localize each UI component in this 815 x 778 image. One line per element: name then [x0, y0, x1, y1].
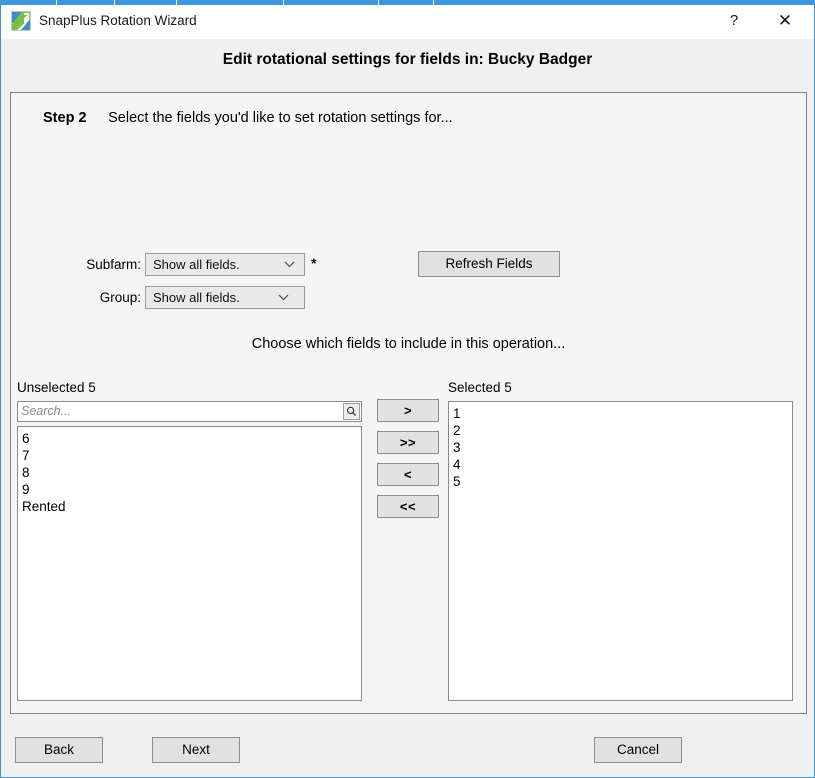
transfer-button-group: > >> < << — [377, 399, 439, 527]
required-marker: * — [311, 255, 317, 271]
search-icon[interactable] — [343, 403, 360, 420]
chevron-down-icon — [272, 287, 294, 308]
list-item[interactable]: 6 — [18, 430, 361, 447]
header-band: Edit rotational settings for fields in: … — [1, 39, 814, 89]
group-dropdown[interactable]: Show all fields. — [145, 286, 305, 309]
unselected-items: 6 7 8 9 Rented — [18, 427, 361, 515]
instruction-text: Choose which fields to include in this o… — [251, 336, 566, 352]
selected-listbox[interactable]: 1 2 3 4 5 — [448, 401, 793, 701]
page-title: Edit rotational settings for fields in: … — [222, 51, 593, 68]
footer-bar: Back Next Cancel — [1, 720, 814, 777]
list-item[interactable]: 3 — [449, 439, 792, 456]
back-button[interactable]: Back — [15, 737, 103, 763]
list-item[interactable]: 2 — [449, 422, 792, 439]
move-right-button[interactable]: > — [377, 399, 439, 422]
chevron-down-icon — [278, 254, 300, 275]
move-left-button[interactable]: < — [377, 463, 439, 486]
snapplus-app-icon — [11, 11, 31, 31]
list-item[interactable]: 5 — [449, 473, 792, 490]
close-button[interactable]: ✕ — [762, 5, 808, 37]
list-item[interactable]: 9 — [18, 481, 361, 498]
search-field[interactable] — [17, 401, 362, 422]
unselected-listbox[interactable]: 6 7 8 9 Rented — [17, 426, 362, 701]
refresh-fields-button[interactable]: Refresh Fields — [418, 251, 560, 277]
window-title: SnapPlus Rotation Wizard — [39, 13, 197, 28]
unselected-list-label: Unselected 5 — [17, 380, 96, 395]
step-header: Step 2 Select the fields you'd like to s… — [43, 110, 453, 126]
list-item[interactable]: 1 — [449, 405, 792, 422]
move-all-right-button[interactable]: >> — [377, 431, 439, 454]
rotation-wizard-dialog: SnapPlus Rotation Wizard ? ✕ Edit rotati… — [0, 5, 815, 778]
list-item[interactable]: 4 — [449, 456, 792, 473]
list-item[interactable]: 8 — [18, 464, 361, 481]
help-button[interactable]: ? — [711, 5, 757, 37]
step-label: Step 2 — [43, 110, 87, 126]
subfarm-selected-value: Show all fields. — [153, 257, 240, 272]
list-item[interactable]: Rented — [18, 498, 361, 515]
selected-items: 1 2 3 4 5 — [449, 402, 792, 490]
selected-list-label: Selected 5 — [448, 380, 512, 395]
step-panel: Step 2 Select the fields you'd like to s… — [10, 92, 807, 714]
group-selected-value: Show all fields. — [153, 290, 240, 305]
move-all-left-button[interactable]: << — [377, 495, 439, 518]
next-button[interactable]: Next — [152, 737, 240, 763]
subfarm-label: Subfarm: — [86, 257, 141, 272]
search-input[interactable] — [21, 404, 333, 418]
title-bar: SnapPlus Rotation Wizard ? ✕ — [1, 5, 814, 39]
group-label: Group: — [99, 290, 141, 305]
list-item[interactable]: 7 — [18, 447, 361, 464]
cancel-button[interactable]: Cancel — [594, 737, 682, 763]
subfarm-dropdown[interactable]: Show all fields. — [145, 253, 305, 276]
step-description: Select the fields you'd like to set rota… — [108, 110, 453, 126]
